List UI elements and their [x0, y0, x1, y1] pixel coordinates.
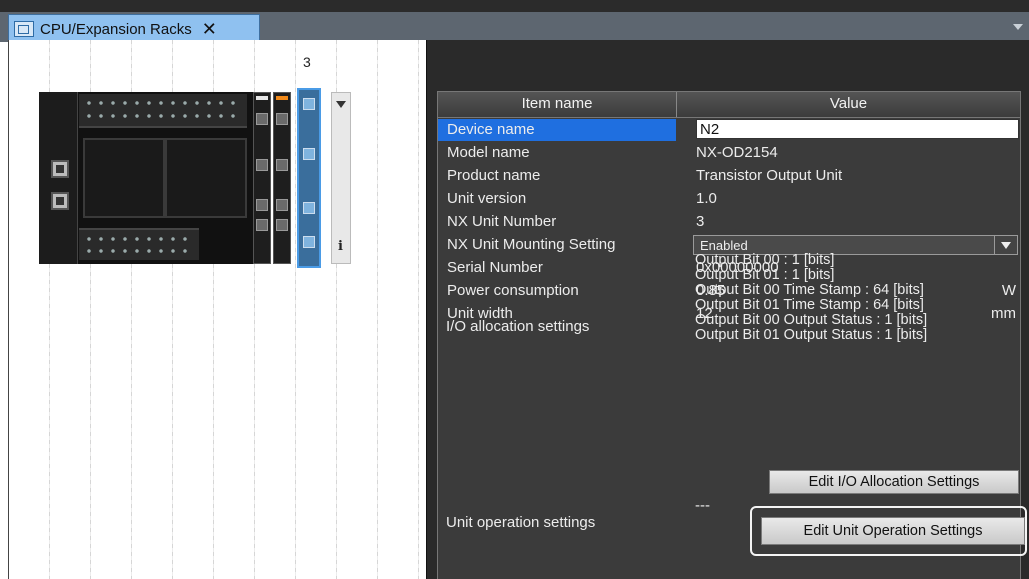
- io-line: Output Bit 01 : 1 [bits]: [695, 267, 835, 283]
- close-icon[interactable]: ✕: [202, 19, 217, 40]
- unit-cap: [276, 96, 288, 100]
- terminal: [303, 236, 315, 248]
- terminal: [276, 159, 288, 171]
- table-header: Item name Value: [438, 92, 1020, 118]
- slot-number-label: 3: [303, 54, 311, 70]
- unit-cap: [256, 96, 268, 100]
- expand-arrow-icon[interactable]: [336, 101, 346, 108]
- terminal-dots: [83, 235, 195, 243]
- nx-unit-1[interactable]: [253, 92, 271, 264]
- row-key: Model name: [447, 144, 530, 161]
- io-line: Output Bit 00 : 1 [bits]: [695, 252, 835, 268]
- tab-label: CPU/Expansion Racks: [40, 20, 192, 38]
- io-line: Output Bit 00 Time Stamp : 64 [bits]: [695, 282, 924, 298]
- row-unit: W: [1001, 282, 1016, 299]
- row-key: Serial Number: [447, 259, 543, 276]
- terminal: [276, 219, 288, 231]
- io-allocation-label: I/O allocation settings: [446, 318, 590, 335]
- row-key: Device name: [438, 119, 676, 141]
- ethernet-port-icon: [51, 160, 69, 178]
- io-line: Output Bit 01 Output Status : 1 [bits]: [695, 327, 928, 343]
- rack-config-icon: [14, 21, 34, 37]
- io-allocation-list: Output Bit 00 : 1 [bits] Output Bit 01 :…: [695, 253, 927, 343]
- row-unit-version: Unit version 1.0: [438, 188, 1020, 210]
- row-unit: mm: [991, 305, 1016, 322]
- row-value: 3: [696, 213, 705, 230]
- rack-canvas[interactable]: 3 i: [8, 40, 426, 579]
- nx-unit-3-selected[interactable]: [297, 88, 321, 268]
- device-name-input[interactable]: [696, 119, 1019, 139]
- row-nx-unit-number: NX Unit Number 3: [438, 211, 1020, 233]
- unit-operation-label: Unit operation settings: [446, 514, 596, 531]
- terminal: [256, 113, 268, 125]
- row-key: Unit version: [447, 190, 527, 207]
- ethernet-port-icon: [51, 192, 69, 210]
- row-model-name: Model name NX-OD2154: [438, 142, 1020, 164]
- tab-list-dropdown-icon[interactable]: [1013, 24, 1023, 30]
- row-product-name: Product name Transistor Output Unit: [438, 165, 1020, 187]
- terminal: [256, 199, 268, 211]
- unit-operation-value: ---: [695, 497, 710, 514]
- cpu-display-panel: [165, 138, 247, 218]
- terminal-dots: [83, 99, 243, 107]
- row-key: Product name: [447, 167, 541, 184]
- terminal: [256, 159, 268, 171]
- terminal: [303, 202, 315, 214]
- cpu-bottom-terminal: [79, 228, 199, 260]
- edit-io-allocation-button[interactable]: Edit I/O Allocation Settings: [769, 470, 1019, 494]
- row-key: NX Unit Number: [447, 213, 557, 230]
- terminal: [303, 148, 315, 160]
- terminal: [303, 98, 315, 110]
- select-value: Enabled: [700, 238, 748, 253]
- terminal: [276, 113, 288, 125]
- editor-tab-bar: CPU/Expansion Racks ✕: [0, 0, 1029, 44]
- edit-unit-operation-button[interactable]: Edit Unit Operation Settings: [761, 517, 1025, 545]
- cpu-left-column: [39, 92, 78, 264]
- cpu-top-terminal: [79, 94, 247, 128]
- row-device-name[interactable]: Device name: [438, 119, 1020, 141]
- cpu-display-panel: [83, 138, 165, 218]
- nx-unit-2[interactable]: [273, 92, 291, 264]
- header-value: Value: [829, 95, 868, 112]
- row-value: Transistor Output Unit: [696, 167, 843, 184]
- row-key: Power consumption: [447, 282, 579, 299]
- info-icon[interactable]: i: [338, 239, 343, 254]
- io-line: Output Bit 00 Output Status : 1 [bits]: [695, 312, 928, 328]
- cpu-unit-graphic[interactable]: [39, 92, 259, 264]
- terminal: [256, 219, 268, 231]
- header-item-name: Item name: [521, 95, 593, 112]
- terminal-dots: [83, 112, 243, 120]
- row-value: NX-OD2154: [696, 144, 778, 161]
- io-line: Output Bit 01 Time Stamp : 64 [bits]: [695, 297, 924, 313]
- terminal-dots: [83, 247, 195, 255]
- terminal: [276, 199, 288, 211]
- end-cover[interactable]: i: [331, 92, 351, 264]
- chevron-down-icon[interactable]: [994, 236, 1017, 254]
- row-key: NX Unit Mounting Setting: [447, 236, 616, 253]
- row-value: 1.0: [696, 190, 717, 207]
